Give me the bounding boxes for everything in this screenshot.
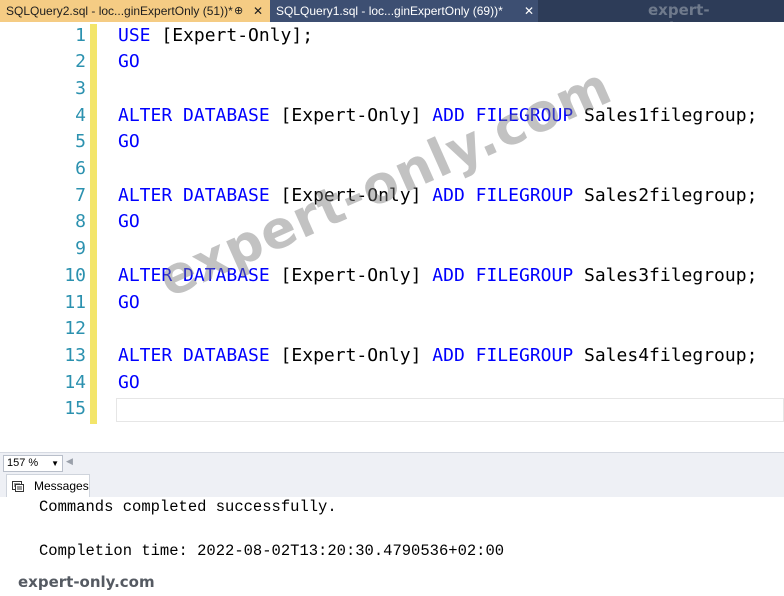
pin-icon[interactable]: ⊕	[234, 0, 243, 22]
code-line[interactable]: GO	[118, 209, 140, 236]
line-number: 7	[75, 184, 86, 206]
sql-keyword: ALTER DATABASE	[118, 104, 270, 126]
sql-identifier: Sales4filegroup;	[573, 344, 758, 366]
code-line[interactable]: GO	[118, 129, 140, 156]
code-line[interactable]: ALTER DATABASE [Expert-Only] ADD FILEGRO…	[118, 343, 757, 370]
line-number: 15	[64, 398, 86, 420]
line-number: 1	[75, 24, 86, 46]
line-number: 10	[64, 264, 86, 286]
tab-sqlquery2-label: SQLQuery2.sql - loc...ginExpertOnly (51)…	[6, 4, 233, 18]
line-number: 13	[64, 344, 86, 366]
sql-keyword: ADD FILEGROUP	[432, 264, 574, 286]
zoom-dropdown[interactable]: 157 % ▼	[3, 455, 63, 472]
tab-sqlquery1[interactable]: SQLQuery1.sql - loc...ginExpertOnly (69)…	[270, 0, 538, 22]
message-line-completion-time: Completion time: 2022-08-02T13:20:30.479…	[39, 542, 505, 560]
close-icon[interactable]: ✕	[524, 0, 534, 22]
sql-identifier: Sales2filegroup;	[573, 184, 758, 206]
current-line-highlight	[116, 398, 784, 422]
tab-messages-label: Messages	[34, 479, 89, 493]
sql-keyword: USE	[118, 24, 151, 46]
tab-sqlquery2[interactable]: SQLQuery2.sql - loc...ginExpertOnly (51)…	[0, 0, 270, 22]
line-number: 9	[75, 238, 86, 260]
sql-identifier: [Expert-Only]	[269, 264, 433, 286]
code-line[interactable]: GO	[118, 290, 140, 317]
sql-keyword: ALTER DATABASE	[118, 184, 270, 206]
sql-keyword: ALTER DATABASE	[118, 344, 270, 366]
close-icon[interactable]: ✕	[253, 0, 263, 22]
code-line[interactable]: GO	[118, 49, 140, 76]
code-line[interactable]: GO	[118, 370, 140, 397]
sql-keyword: GO	[118, 211, 140, 233]
sql-identifier: [Expert-Only]	[269, 104, 433, 126]
line-number: 4	[75, 104, 86, 126]
line-number: 3	[75, 77, 86, 99]
line-number: 2	[75, 51, 86, 73]
line-number: 11	[64, 291, 86, 313]
change-tracking-margin	[90, 24, 97, 424]
line-number: 14	[64, 371, 86, 393]
sql-keyword: GO	[118, 371, 140, 393]
line-number: 5	[75, 131, 86, 153]
zoom-level: 157 %	[7, 457, 39, 469]
scroll-left-icon[interactable]: ◀	[66, 457, 73, 467]
sql-keyword: GO	[118, 131, 140, 153]
sql-keyword: GO	[118, 291, 140, 313]
sql-identifier: [Expert-Only]	[269, 344, 433, 366]
chevron-down-icon: ▼	[51, 459, 59, 468]
editor-status-bar: 157 % ▼ ◀	[0, 452, 784, 473]
sql-identifier: Sales3filegroup;	[573, 264, 758, 286]
results-tab-bar: Messages	[0, 473, 784, 498]
sql-keyword: ADD FILEGROUP	[432, 344, 574, 366]
tab-sqlquery1-label: SQLQuery1.sql - loc...ginExpertOnly (69)…	[276, 4, 503, 18]
sql-identifier: [Expert-Only];	[150, 24, 314, 46]
document-tab-bar: SQLQuery2.sql - loc...ginExpertOnly (51)…	[0, 0, 784, 37]
brand-watermark-bottom: expert-only.com	[18, 573, 155, 591]
code-line[interactable]: USE [Expert-Only];	[118, 23, 313, 50]
line-number: 12	[64, 318, 86, 340]
tab-messages[interactable]: Messages	[6, 474, 90, 498]
sql-keyword: GO	[118, 51, 140, 73]
line-number: 8	[75, 211, 86, 233]
messages-icon	[12, 481, 24, 492]
line-number: 6	[75, 158, 86, 179]
sql-keyword: ADD FILEGROUP	[432, 184, 574, 206]
message-line-status: Commands completed successfully.	[39, 498, 337, 516]
code-line[interactable]: ALTER DATABASE [Expert-Only] ADD FILEGRO…	[118, 103, 757, 130]
